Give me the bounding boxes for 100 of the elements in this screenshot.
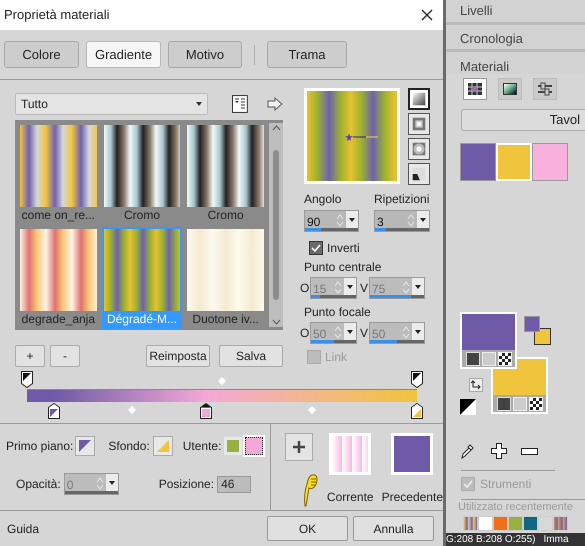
opacity-stop-icon[interactable] (411, 371, 423, 388)
gradient-style-button[interactable] (408, 113, 430, 135)
color-stop-icon[interactable] (411, 403, 423, 419)
palette-swatch[interactable] (532, 143, 568, 181)
scroll-down-icon[interactable] (272, 319, 280, 325)
swap-colors-icon[interactable] (469, 378, 483, 392)
close-icon[interactable] (421, 9, 433, 21)
status-text: G:208 B:208 O:255) (446, 533, 536, 546)
color-stop-icon[interactable] (200, 403, 212, 419)
user-label: Utente: (182, 438, 222, 455)
focal-point-label: Punto focale (304, 304, 372, 321)
caret-icon (196, 102, 202, 106)
dialog-button[interactable]: Annulla (353, 516, 434, 541)
color-stop-icon[interactable] (48, 403, 60, 419)
current-swatch (329, 433, 372, 475)
panel-header[interactable]: Cronologia (446, 22, 585, 49)
recent-swatch[interactable] (523, 516, 538, 531)
thumbnail-label: degrade_anja (20, 311, 96, 327)
gallery-button[interactable]: - (50, 345, 80, 367)
midpoint-handle-icon[interactable] (218, 377, 226, 385)
material-mode-tab[interactable] (498, 78, 522, 100)
eyedropper-icon[interactable] (461, 443, 475, 459)
palette-swatch[interactable] (460, 143, 496, 181)
slider-track (64, 491, 118, 494)
material-mode-tab[interactable] (463, 78, 487, 100)
number-field[interactable]: 90 (304, 210, 359, 232)
center-point-label: Punto centrale (304, 259, 382, 276)
gradient-style-button[interactable] (408, 163, 430, 185)
checkbox[interactable] (309, 241, 323, 255)
category-dropdown[interactable]: Tutto (15, 93, 208, 115)
mini-background-swatch[interactable] (534, 328, 551, 345)
minus-icon[interactable] (521, 448, 538, 454)
action-button[interactable]: Reimposta (146, 345, 210, 367)
transparent-mode-icon[interactable] (498, 352, 512, 366)
scrollbar[interactable] (269, 123, 283, 327)
add-button[interactable] (284, 433, 313, 461)
tab[interactable]: Colore (4, 41, 79, 68)
opacity-label: Opacità: (16, 476, 61, 493)
list-view-icon[interactable] (232, 95, 248, 113)
user-color-swatch[interactable] (245, 437, 264, 455)
opacity-stop-icon[interactable] (21, 371, 33, 388)
action-button[interactable]: Salva (219, 345, 283, 367)
recent-swatch[interactable] (553, 516, 568, 531)
hand-cursor-icon (302, 471, 318, 507)
panel-header[interactable]: Materiali (446, 49, 585, 74)
center-handle-icon[interactable] (345, 133, 381, 141)
color-mode-icon[interactable] (466, 352, 480, 366)
tools-label: Strumenti (480, 476, 532, 493)
recent-swatch[interactable] (538, 516, 553, 531)
dropdown-button[interactable] (417, 211, 429, 228)
gradient-style-icon (410, 115, 428, 133)
gradient-preview[interactable] (304, 88, 400, 184)
caret-icon (415, 330, 421, 334)
caret-icon (347, 284, 353, 288)
mini-foreground-swatch[interactable] (524, 316, 540, 332)
invert-label: Inverti (327, 240, 360, 257)
material-mode-tab[interactable] (533, 78, 557, 100)
recent-swatch[interactable] (508, 516, 523, 531)
link-label: Link (325, 349, 348, 366)
background-color-box[interactable] (491, 357, 548, 414)
gradient-style-button[interactable] (408, 138, 430, 160)
background-swatch[interactable] (152, 436, 173, 456)
dropdown-button[interactable] (346, 211, 358, 228)
midpoint-handle-icon[interactable] (128, 406, 136, 414)
transparent-mode-icon[interactable] (528, 396, 542, 410)
default-colors-icon[interactable] (460, 399, 476, 415)
plus-icon[interactable] (491, 443, 507, 459)
foreground-swatch[interactable] (75, 436, 96, 456)
tab[interactable]: Gradiente (86, 41, 161, 68)
gradient-style-button[interactable] (408, 88, 430, 110)
foreground-label: Primo piano: (6, 438, 74, 455)
color-mode-icon[interactable] (496, 396, 510, 410)
palette-button[interactable]: Tavol (461, 109, 585, 131)
position-label: Posizione: (158, 476, 214, 493)
panel-header[interactable]: Livelli (446, 0, 585, 22)
status-text: Imma (544, 533, 569, 546)
number-field[interactable]: 3 (374, 210, 430, 232)
caret-icon (349, 218, 355, 222)
dialog-button[interactable]: OK (267, 516, 348, 541)
tab[interactable]: Motivo (168, 41, 242, 68)
help-label[interactable]: Guida (7, 520, 40, 538)
scroll-up-icon[interactable] (272, 125, 280, 131)
recent-swatch[interactable] (478, 516, 493, 531)
grid-icon (466, 81, 484, 97)
gradient-style-icon (410, 140, 428, 158)
recent-label: Utilizzato recentemente (458, 500, 573, 514)
plus-icon (292, 441, 305, 453)
recent-swatch[interactable] (463, 516, 478, 531)
gallery-button[interactable]: + (15, 345, 45, 367)
axis-label: V (360, 325, 369, 342)
current-label: Corrente (326, 489, 374, 506)
repeats-label: Ripetizioni (374, 191, 430, 208)
foreground-color-box[interactable] (460, 312, 517, 369)
arrow-right-icon[interactable] (267, 97, 283, 111)
midpoint-handle-icon[interactable] (308, 406, 316, 414)
position-field[interactable]: 46 (217, 476, 252, 492)
caret-icon (347, 330, 353, 334)
recent-swatch[interactable] (493, 516, 508, 531)
thumbnail-label: Duotone iv... (191, 311, 260, 327)
tab[interactable]: Trama (267, 41, 347, 68)
